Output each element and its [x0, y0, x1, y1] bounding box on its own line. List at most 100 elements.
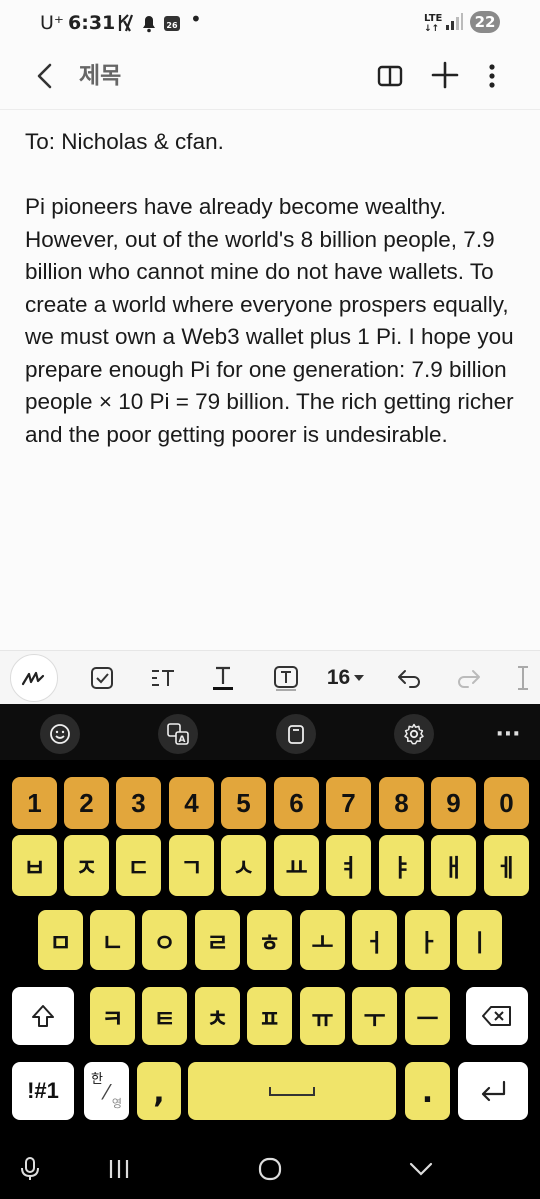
text-format-button[interactable] — [208, 659, 238, 697]
calendar-day: 26 — [166, 21, 178, 30]
text-style-icon — [152, 670, 174, 686]
space-bar-icon — [269, 1087, 315, 1096]
key-u[interactable]: ㅜ — [352, 987, 397, 1045]
key-bieup[interactable]: ㅂ — [12, 835, 57, 896]
key-rieul[interactable]: ㄹ — [195, 910, 240, 970]
key-o[interactable]: ㅗ — [300, 910, 345, 970]
network-type: LTE ↓↑ — [424, 13, 443, 35]
redo-icon — [458, 670, 480, 688]
key-tieut[interactable]: ㅌ — [142, 987, 187, 1045]
navigation-bar — [0, 1140, 540, 1199]
backspace-icon — [482, 1006, 511, 1026]
network-type-label: LTE — [424, 13, 443, 24]
font-size-value: 16 — [326, 666, 351, 689]
emoji-button[interactable] — [40, 714, 80, 754]
key-mieum[interactable]: ㅁ — [38, 910, 83, 970]
key-7[interactable]: 7 — [326, 777, 371, 829]
key-yeo[interactable]: ㅕ — [326, 835, 371, 896]
undo-button[interactable] — [394, 659, 424, 697]
key-ya[interactable]: ㅑ — [379, 835, 424, 896]
notification-bell-icon — [140, 13, 158, 38]
key-pieup[interactable]: ㅍ — [247, 987, 292, 1045]
key-3[interactable]: 3 — [116, 777, 161, 829]
more-options-icon[interactable] — [480, 60, 504, 92]
key-e[interactable]: ㅔ — [484, 835, 529, 896]
svg-text:A: A — [179, 735, 186, 745]
voice-input-button[interactable] — [18, 1154, 42, 1184]
undo-icon — [398, 670, 420, 688]
checkbox-button[interactable] — [86, 659, 118, 697]
key-kieuk[interactable]: ㅋ — [90, 987, 135, 1045]
battery-indicator: 22 — [470, 11, 500, 33]
key-yu[interactable]: ㅠ — [300, 987, 345, 1045]
key-6[interactable]: 6 — [274, 777, 319, 829]
back-arrow-icon[interactable] — [30, 60, 62, 92]
key-eo[interactable]: ㅓ — [352, 910, 397, 970]
key-1[interactable]: 1 — [12, 777, 57, 829]
reading-mode-icon[interactable] — [374, 60, 406, 92]
checkbox-icon — [91, 667, 113, 689]
space-key[interactable] — [188, 1062, 396, 1120]
key-5[interactable]: 5 — [221, 777, 266, 829]
shift-arrow-icon — [32, 1005, 54, 1027]
key-a[interactable]: ㅏ — [405, 910, 450, 970]
note-title-field[interactable]: 제목 — [79, 60, 121, 92]
home-button[interactable] — [256, 1154, 284, 1184]
signal-icon — [445, 13, 463, 36]
text-color-icon — [213, 666, 233, 690]
key-2[interactable]: 2 — [64, 777, 109, 829]
key-eu[interactable]: ㅡ — [405, 987, 450, 1045]
key-nieun[interactable]: ㄴ — [90, 910, 135, 970]
period-key[interactable]: . — [405, 1062, 450, 1120]
clock-time: 6:31 — [68, 12, 116, 34]
key-0[interactable]: 0 — [484, 777, 529, 829]
translate-icon: A — [167, 723, 189, 745]
redo-button[interactable] — [454, 659, 484, 697]
enter-arrow-icon — [481, 1080, 506, 1102]
key-ae[interactable]: ㅐ — [431, 835, 476, 896]
note-content-editor[interactable]: To: Nicholas & cfan. Pi pioneers have al… — [25, 126, 520, 451]
data-saver-icon — [118, 13, 136, 38]
add-icon[interactable] — [428, 58, 462, 92]
handwriting-icon — [21, 671, 45, 686]
keyboard-settings-button[interactable] — [394, 714, 434, 754]
clipboard-button[interactable] — [276, 714, 316, 754]
recent-apps-icon — [109, 1160, 129, 1178]
microphone-icon — [21, 1157, 39, 1180]
chevron-down-icon — [409, 1162, 433, 1176]
text-style-button[interactable] — [148, 659, 178, 697]
key-9[interactable]: 9 — [431, 777, 476, 829]
toolbar-resize-handle[interactable] — [512, 659, 534, 697]
key-jieut[interactable]: ㅈ — [64, 835, 109, 896]
keyboard: A ··· 1 2 3 4 5 6 7 8 9 0 ㅂ ㅈ ㄷ ㄱ ㅅ ㅛ ㅕ … — [0, 704, 540, 1199]
key-i[interactable]: ㅣ — [457, 910, 502, 970]
backspace-key[interactable] — [466, 987, 528, 1045]
comma-key[interactable]: , — [137, 1062, 181, 1120]
resize-handle-icon — [518, 666, 528, 690]
pen-mode-button[interactable] — [10, 654, 58, 702]
shift-key[interactable] — [12, 987, 74, 1045]
key-4[interactable]: 4 — [169, 777, 214, 829]
lang-korean-label: 한 — [91, 1072, 103, 1087]
key-8[interactable]: 8 — [379, 777, 424, 829]
dot-indicator: • — [190, 7, 202, 31]
text-box-button[interactable] — [270, 659, 302, 697]
enter-key[interactable] — [458, 1062, 528, 1120]
calendar-icon: 26 — [163, 14, 181, 37]
language-toggle-key[interactable]: 한 ⁄ 영 — [84, 1062, 129, 1120]
key-chieut[interactable]: ㅊ — [195, 987, 240, 1045]
key-ieung[interactable]: ㅇ — [142, 910, 187, 970]
lang-english-label: 영 — [111, 1097, 122, 1110]
key-yo[interactable]: ㅛ — [274, 835, 319, 896]
font-size-selector[interactable]: 16 — [322, 659, 370, 697]
key-giyeok[interactable]: ㄱ — [169, 835, 214, 896]
hide-keyboard-button[interactable] — [406, 1154, 436, 1184]
key-siot[interactable]: ㅅ — [221, 835, 266, 896]
recent-apps-button[interactable] — [104, 1154, 134, 1184]
key-digeut[interactable]: ㄷ — [116, 835, 161, 896]
keyboard-more-icon[interactable]: ··· — [488, 714, 528, 754]
symbols-key[interactable]: !#1 — [12, 1062, 74, 1120]
key-hieut[interactable]: ㅎ — [247, 910, 292, 970]
translate-button[interactable]: A — [158, 714, 198, 754]
editor-toolbar: 16 — [0, 650, 540, 704]
